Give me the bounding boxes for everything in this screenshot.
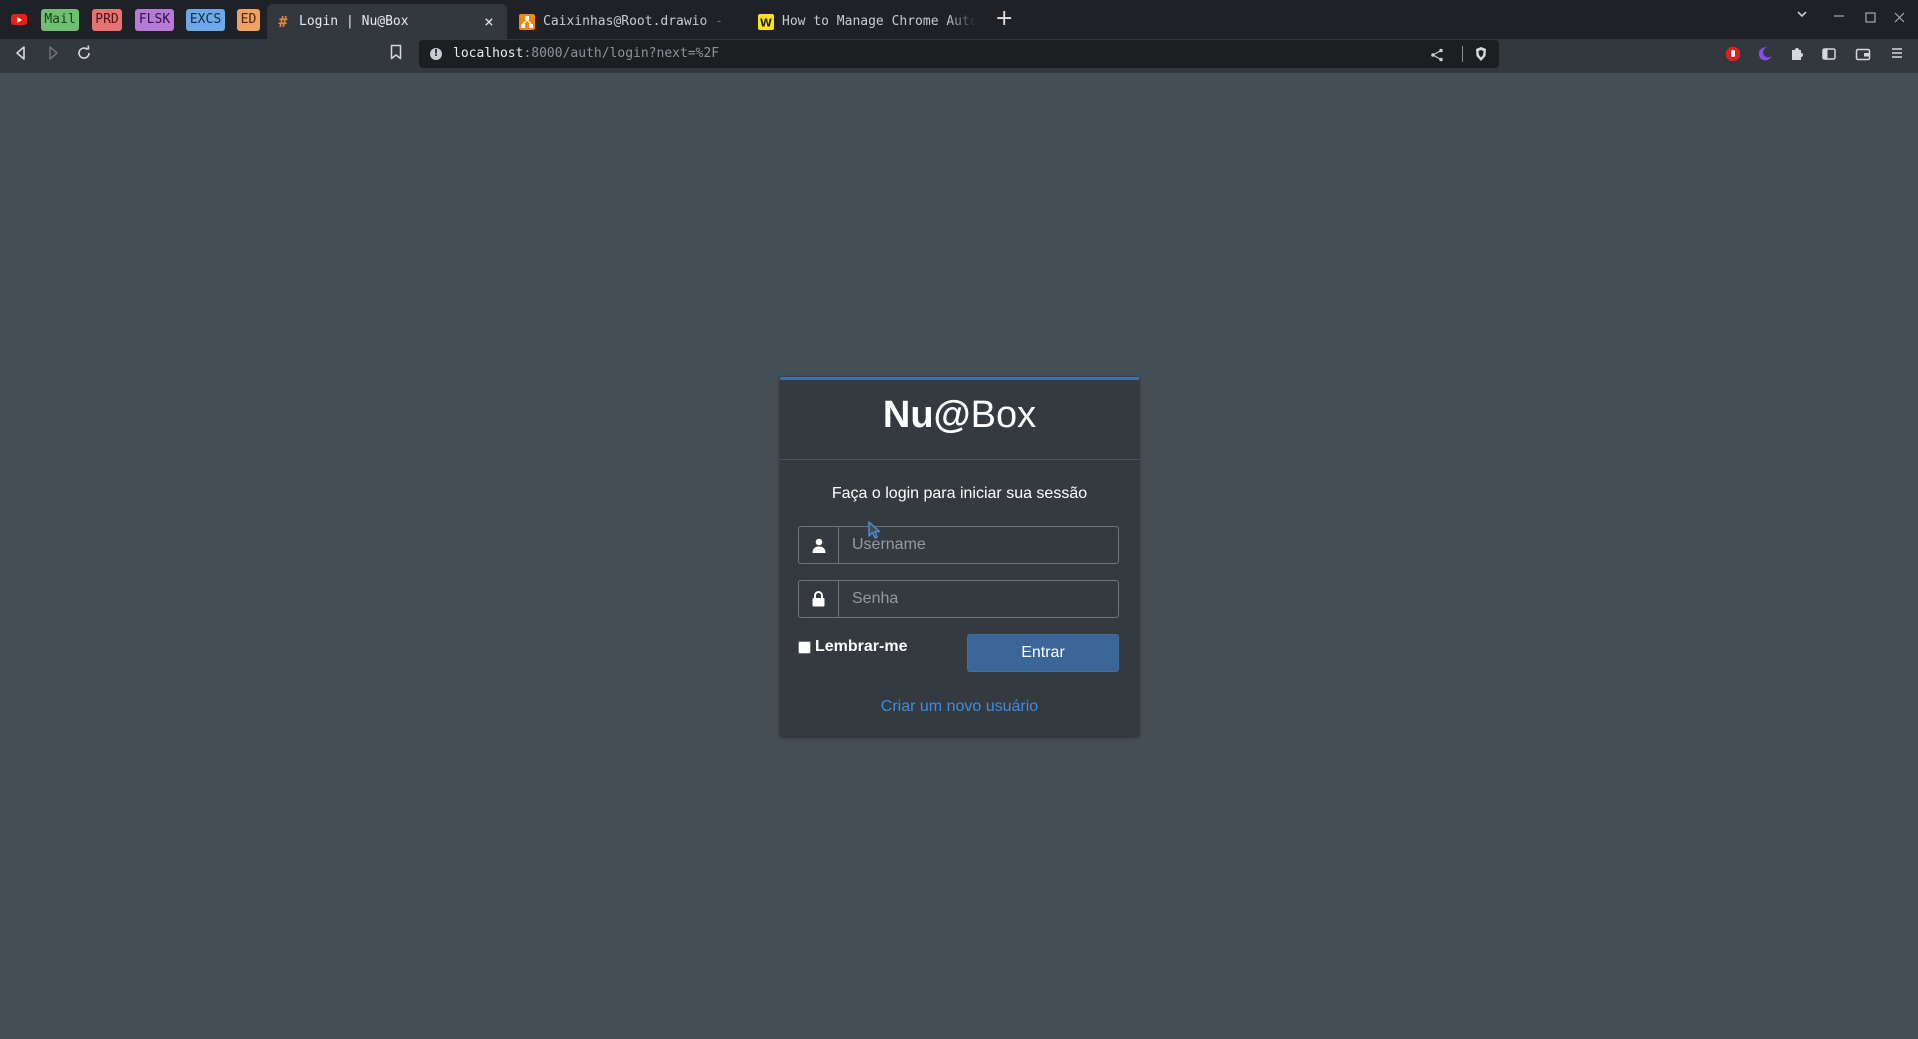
urlbar-divider [1462, 46, 1463, 62]
pinned-tab-mail[interactable]: Mail [41, 9, 79, 31]
tab-bar: Mail PRD FLSK EXCS ED # Login | Nu@Box ×… [0, 0, 1918, 39]
login-header: Nu@Box [780, 380, 1139, 460]
sidebar-toggle-icon[interactable] [1820, 46, 1838, 64]
password-input[interactable] [838, 580, 1119, 618]
tab-list-chevron-icon[interactable] [1795, 7, 1809, 25]
mouse-cursor-icon [868, 521, 884, 545]
new-tab-button[interactable]: + [995, 7, 1013, 31]
username-input-group [798, 526, 1119, 564]
pinned-tab-prd[interactable]: PRD [92, 9, 122, 31]
pinned-tab-ed[interactable]: ED [237, 9, 260, 31]
close-window-icon[interactable] [1894, 9, 1905, 27]
password-input-group [798, 580, 1119, 618]
remember-me-label[interactable]: Lembrar-me [815, 638, 907, 656]
brave-shields-icon[interactable] [1473, 46, 1489, 66]
tab-title: How to Manage Chrome Auto [782, 14, 976, 29]
url-text[interactable]: localhost:8000/auth/login?next=%2F [453, 40, 719, 68]
hash-icon: # [278, 12, 288, 31]
dark-mode-icon[interactable] [1756, 46, 1774, 64]
wallet-icon[interactable] [1854, 46, 1872, 64]
reload-icon[interactable] [76, 45, 92, 66]
extensions-puzzle-icon[interactable] [1788, 46, 1806, 64]
register-link: Criar um novo usuário [780, 698, 1139, 716]
tab-drawio[interactable]: Caixinhas@Root.drawio - d [511, 4, 739, 39]
login-card: Nu@Box Faça o login para iniciar sua ses… [780, 377, 1139, 736]
w-icon: W [758, 13, 774, 30]
tab-title: Login | Nu@Box [299, 14, 409, 29]
close-tab-icon[interactable]: × [479, 12, 499, 31]
remember-me[interactable]: Lembrar-me [798, 638, 907, 656]
user-icon [798, 526, 838, 564]
register-link-text[interactable]: Criar um novo usuário [881, 698, 1038, 715]
minimize-icon[interactable] [1833, 6, 1845, 24]
app-logo[interactable]: Nu@Box [780, 394, 1139, 436]
login-message: Faça o login para iniciar sua sessão [831, 485, 1088, 502]
youtube-pinned-tab-icon[interactable] [11, 14, 27, 25]
url-host: localhost [453, 46, 524, 61]
tab-title: Caixinhas@Root.drawio - d [543, 14, 731, 29]
pinned-tab-flsk[interactable]: FLSK [135, 9, 174, 31]
svg-text:W: W [760, 16, 772, 29]
tab-how-to-manage[interactable]: W How to Manage Chrome Auto [750, 4, 984, 39]
share-icon[interactable] [1430, 47, 1444, 66]
back-icon[interactable] [13, 45, 29, 66]
remember-me-checkbox[interactable] [798, 640, 811, 654]
address-bar[interactable]: ! localhost:8000/auth/login?next=%2F [419, 40, 1499, 68]
maximize-icon[interactable] [1865, 9, 1876, 27]
menu-icon[interactable] [1888, 46, 1906, 64]
pinned-tab-excs[interactable]: EXCS [186, 9, 225, 31]
stop-extension-icon[interactable] [1724, 46, 1742, 64]
bookmark-icon[interactable] [389, 44, 403, 65]
forward-icon[interactable] [45, 45, 61, 66]
login-submit-button[interactable]: Entrar [967, 634, 1119, 672]
tab-login[interactable]: # Login | Nu@Box × [267, 4, 507, 39]
logo-bold: Nu@ [882, 394, 971, 436]
drawio-icon [519, 13, 535, 30]
lock-icon [798, 580, 838, 618]
url-path: :8000/auth/login?next=%2F [523, 46, 720, 61]
site-info-icon[interactable]: ! [430, 48, 442, 60]
logo-regular: Box [970, 394, 1037, 436]
